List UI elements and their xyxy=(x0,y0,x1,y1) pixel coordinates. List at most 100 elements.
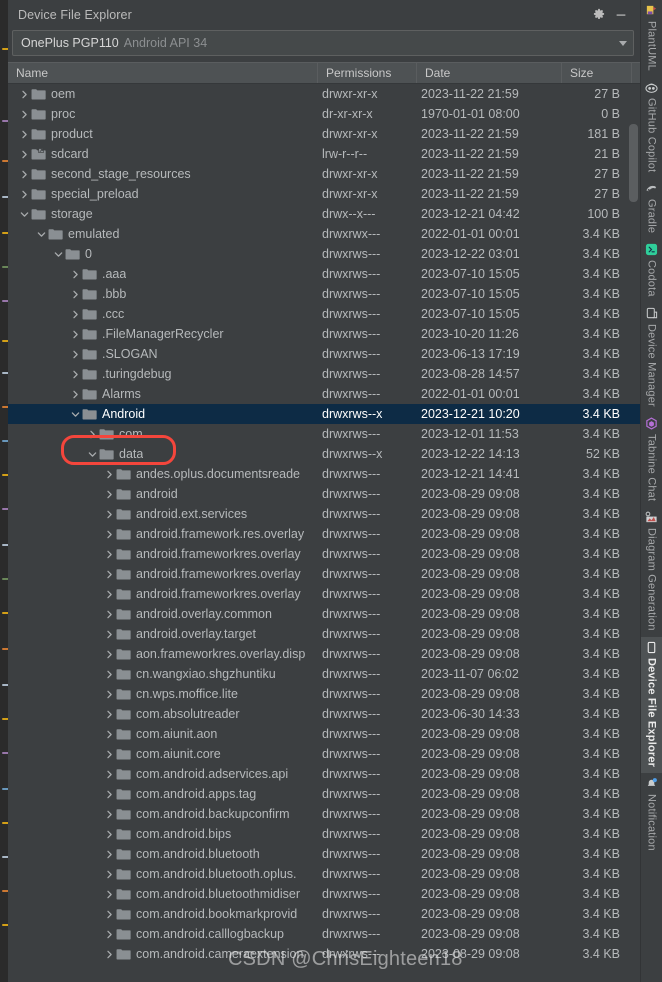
file-name-cell[interactable]: .FileManagerRecycler xyxy=(8,326,318,342)
table-row[interactable]: proc dr-xr-xr-x 1970-01-01 08:00 0 B xyxy=(8,104,640,124)
expand-toggle-icon[interactable] xyxy=(103,688,116,701)
expand-toggle-icon[interactable] xyxy=(69,268,82,281)
expand-toggle-icon[interactable] xyxy=(18,188,31,201)
table-row[interactable]: android drwxrws--- 2023-08-29 09:08 3.4 KB xyxy=(8,484,640,504)
table-row[interactable]: Alarms drwxrws--- 2022-01-01 00:01 3.4 KB xyxy=(8,384,640,404)
expand-toggle-icon[interactable] xyxy=(103,668,116,681)
tool-tab-tabnine-chat[interactable]: Tabnine Chat xyxy=(641,413,662,507)
file-name-cell[interactable]: oem xyxy=(8,86,318,102)
tool-tab-github-copilot[interactable]: GitHub Copilot xyxy=(641,77,662,178)
expand-toggle-icon[interactable] xyxy=(103,648,116,661)
expand-toggle-icon[interactable] xyxy=(103,468,116,481)
expand-toggle-icon[interactable] xyxy=(103,828,116,841)
table-row[interactable]: com.android.bookmarkprovid drwxrws--- 2023… xyxy=(8,904,640,924)
column-header-name[interactable]: Name xyxy=(8,63,318,83)
file-name-cell[interactable]: com.android.adservices.api xyxy=(8,766,318,782)
table-row[interactable]: com.android.calllogbackup drwxrws--- 2023-… xyxy=(8,924,640,944)
file-name-cell[interactable]: android.frameworkres.overlay xyxy=(8,546,318,562)
file-name-cell[interactable]: andes.oplus.documentsreade xyxy=(8,466,318,482)
tool-tab-codota[interactable]: Codota xyxy=(641,239,662,303)
expand-toggle-icon[interactable] xyxy=(18,208,31,221)
table-row[interactable]: product drwxr-xr-x 2023-11-22 21:59 181 B xyxy=(8,124,640,144)
table-row[interactable]: andes.oplus.documentsreade drwxrws--- 2023… xyxy=(8,464,640,484)
table-row[interactable]: android.frameworkres.overlay drwxrws--- 20… xyxy=(8,584,640,604)
table-row[interactable]: .turingdebug drwxrws--- 2023-08-28 14:57 3.… xyxy=(8,364,640,384)
file-name-cell[interactable]: android xyxy=(8,486,318,502)
expand-toggle-icon[interactable] xyxy=(18,88,31,101)
expand-toggle-icon[interactable] xyxy=(52,248,65,261)
file-name-cell[interactable]: android.overlay.target xyxy=(8,626,318,642)
expand-toggle-icon[interactable] xyxy=(103,808,116,821)
expand-toggle-icon[interactable] xyxy=(69,388,82,401)
file-tree-table[interactable]: oem drwxr-xr-x 2023-11-22 21:59 27 B proc dr-… xyxy=(8,84,640,982)
expand-toggle-icon[interactable] xyxy=(69,368,82,381)
file-name-cell[interactable]: .SLOGAN xyxy=(8,346,318,362)
device-dropdown[interactable]: OnePlus PGP110 Android API 34 xyxy=(12,30,634,56)
table-row[interactable]: second_stage_resources drwxr-xr-x 2023-11-… xyxy=(8,164,640,184)
table-row[interactable]: .SLOGAN drwxrws--- 2023-06-13 17:19 3.4 KB xyxy=(8,344,640,364)
file-name-cell[interactable]: proc xyxy=(8,106,318,122)
file-name-cell[interactable]: emulated xyxy=(8,226,318,242)
file-name-cell[interactable]: Alarms xyxy=(8,386,318,402)
expand-toggle-icon[interactable] xyxy=(103,488,116,501)
table-row[interactable]: sdcard lrw-r--r-- 2023-11-22 21:59 21 B xyxy=(8,144,640,164)
expand-toggle-icon[interactable] xyxy=(86,428,99,441)
file-name-cell[interactable]: second_stage_resources xyxy=(8,166,318,182)
expand-toggle-icon[interactable] xyxy=(18,168,31,181)
tool-tab-plantuml[interactable]: PlantUML xyxy=(641,0,662,77)
minimize-icon[interactable] xyxy=(610,4,632,26)
expand-toggle-icon[interactable] xyxy=(103,888,116,901)
table-row[interactable]: com.aiunit.core drwxrws--- 2023-08-29 09:0… xyxy=(8,744,640,764)
table-row[interactable]: data drwxrws--x 2023-12-22 14:13 52 KB xyxy=(8,444,640,464)
file-name-cell[interactable]: com.aiunit.core xyxy=(8,746,318,762)
file-name-cell[interactable]: special_preload xyxy=(8,186,318,202)
table-row[interactable]: cn.wangxiao.shgzhuntiku drwxrws--- 2023-11… xyxy=(8,664,640,684)
file-name-cell[interactable]: android.frameworkres.overlay xyxy=(8,566,318,582)
expand-toggle-icon[interactable] xyxy=(103,588,116,601)
file-name-cell[interactable]: .ccc xyxy=(8,306,318,322)
file-name-cell[interactable]: com.android.bluetoothmidiser xyxy=(8,886,318,902)
expand-toggle-icon[interactable] xyxy=(69,328,82,341)
table-row[interactable]: aon.frameworkres.overlay.disp drwxrws--- 2… xyxy=(8,644,640,664)
table-row[interactable]: .bbb drwxrws--- 2023-07-10 15:05 3.4 KB xyxy=(8,284,640,304)
table-row[interactable]: com.android.bips drwxrws--- 2023-08-29 09:… xyxy=(8,824,640,844)
file-name-cell[interactable]: com.android.bluetooth.oplus. xyxy=(8,866,318,882)
table-row[interactable]: com.android.apps.tag drwxrws--- 2023-08-29… xyxy=(8,784,640,804)
file-name-cell[interactable]: aon.frameworkres.overlay.disp xyxy=(8,646,318,662)
tool-tab-notification[interactable]: Notification xyxy=(641,773,662,857)
file-name-cell[interactable]: .aaa xyxy=(8,266,318,282)
table-row[interactable]: com.android.bluetoothmidiser drwxrws--- 20… xyxy=(8,884,640,904)
file-name-cell[interactable]: com.android.bluetooth xyxy=(8,846,318,862)
table-row[interactable]: 0 drwxrws--- 2023-12-22 03:01 3.4 KB xyxy=(8,244,640,264)
expand-toggle-icon[interactable] xyxy=(69,348,82,361)
table-row[interactable]: .aaa drwxrws--- 2023-07-10 15:05 3.4 KB xyxy=(8,264,640,284)
expand-toggle-icon[interactable] xyxy=(103,748,116,761)
gear-icon[interactable] xyxy=(588,4,610,26)
file-name-cell[interactable]: Android xyxy=(8,406,318,422)
file-name-cell[interactable]: com.absolutreader xyxy=(8,706,318,722)
table-row[interactable]: special_preload drwxr-xr-x 2023-11-22 21:5… xyxy=(8,184,640,204)
tool-tab-diagram-generation[interactable]: Diagram Generation xyxy=(641,507,662,637)
file-name-cell[interactable]: android.framework.res.overlay xyxy=(8,526,318,542)
expand-toggle-icon[interactable] xyxy=(103,728,116,741)
table-row[interactable]: com.absolutreader drwxrws--- 2023-06-30 14… xyxy=(8,704,640,724)
table-row[interactable]: android.overlay.target drwxrws--- 2023-08-… xyxy=(8,624,640,644)
file-name-cell[interactable]: com.android.bips xyxy=(8,826,318,842)
file-name-cell[interactable]: 0 xyxy=(8,246,318,262)
table-row[interactable]: .FileManagerRecycler drwxrws--- 2023-10-20… xyxy=(8,324,640,344)
table-row[interactable]: android.ext.services drwxrws--- 2023-08-29… xyxy=(8,504,640,524)
table-row[interactable]: android.framework.res.overlay drwxrws--- 2… xyxy=(8,524,640,544)
expand-toggle-icon[interactable] xyxy=(103,768,116,781)
table-row[interactable]: com.android.bluetooth drwxrws--- 2023-08-2… xyxy=(8,844,640,864)
file-name-cell[interactable]: com.android.calllogbackup xyxy=(8,926,318,942)
expand-toggle-icon[interactable] xyxy=(18,108,31,121)
tool-tab-device-file-explorer[interactable]: Device File Explorer xyxy=(640,636,662,774)
chevron-down-icon[interactable] xyxy=(619,40,627,46)
file-name-cell[interactable]: com.aiunit.aon xyxy=(8,726,318,742)
expand-toggle-icon[interactable] xyxy=(103,788,116,801)
expand-toggle-icon[interactable] xyxy=(18,148,31,161)
table-row[interactable]: com.android.backupconfirm drwxrws--- 2023-… xyxy=(8,804,640,824)
expand-toggle-icon[interactable] xyxy=(103,508,116,521)
table-row[interactable]: emulated drwxrwx--- 2022-01-01 00:01 3.4 KB xyxy=(8,224,640,244)
table-row[interactable]: .ccc drwxrws--- 2023-07-10 15:05 3.4 KB xyxy=(8,304,640,324)
